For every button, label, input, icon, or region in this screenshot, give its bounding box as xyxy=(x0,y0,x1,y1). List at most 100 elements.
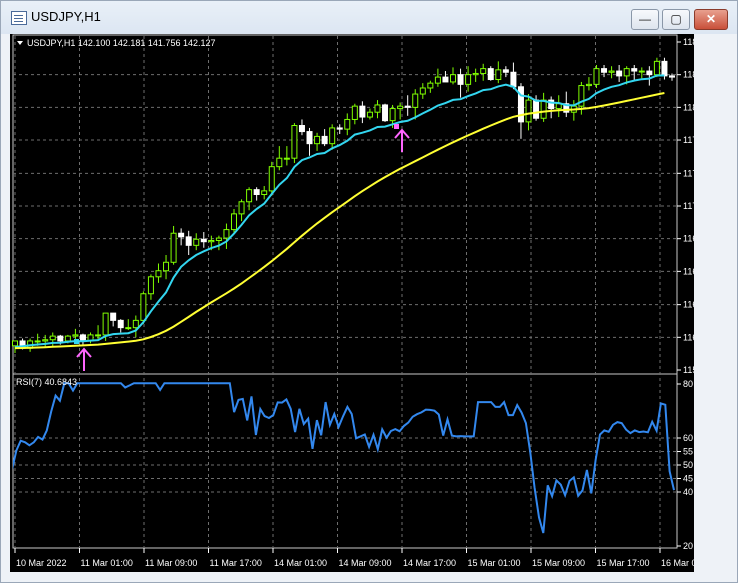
candle-bull xyxy=(344,118,351,130)
candle-bear xyxy=(79,334,86,342)
candle-bull xyxy=(268,166,275,192)
price-axis-label: 118.560 xyxy=(683,37,694,47)
candle-bull xyxy=(593,68,600,85)
candle-bear xyxy=(200,238,207,243)
candle-bear xyxy=(616,70,623,77)
candle-bull xyxy=(246,189,253,203)
candle-bull xyxy=(42,339,49,342)
candle-bear xyxy=(442,76,449,83)
candle-bear xyxy=(487,68,494,81)
minimize-button[interactable]: — xyxy=(631,9,659,30)
candle-bull xyxy=(125,327,132,330)
candle-bull xyxy=(465,74,472,85)
x-tick-label: 14 Mar 17:00 xyxy=(403,558,456,568)
candle-bear xyxy=(631,68,638,72)
candle-bear xyxy=(321,135,328,145)
candle-bull xyxy=(374,104,381,113)
candle-bull xyxy=(49,335,56,341)
candle-bear xyxy=(457,74,464,85)
candle-bull xyxy=(427,82,434,89)
candle-bull xyxy=(231,213,237,231)
rsi-title: RSI(7) 40.6843 xyxy=(16,377,77,387)
candle-bear xyxy=(185,236,192,246)
candle-bull xyxy=(329,127,336,145)
candle-bull xyxy=(434,76,441,84)
candle-bull xyxy=(585,83,592,87)
candle-bull xyxy=(525,99,532,123)
close-button[interactable]: ✕ xyxy=(694,9,728,30)
candle-bull xyxy=(389,108,396,122)
window-title: USDJPY,H1 xyxy=(31,9,101,24)
price-axis-label: 116.665 xyxy=(683,266,694,276)
price-axis-label: 118.290 xyxy=(683,70,694,80)
candle-bear xyxy=(404,105,411,108)
candle-bull xyxy=(623,68,630,77)
candle-bear xyxy=(669,75,675,78)
rsi-axis-label: 40 xyxy=(683,487,693,497)
candle-bear xyxy=(253,189,260,196)
symbol-info: USDJPY,H1 142.100 142.181 141.756 142.12… xyxy=(27,38,216,48)
price-axis-label: 118.020 xyxy=(683,102,694,112)
x-tick-label: 15 Mar 17:00 xyxy=(597,558,650,568)
candle-bear xyxy=(359,105,366,118)
price-axis-label: 116.935 xyxy=(683,234,694,244)
price-axis-label: 116.390 xyxy=(683,300,694,310)
chart-window: USDJPY,H1 — ▢ ✕ 10 Mar 2022 11 Mar 01:00 1… xyxy=(0,0,738,583)
candle-bull xyxy=(72,334,79,337)
candle-bull xyxy=(638,70,645,73)
price-axis-label: 117.475 xyxy=(683,168,694,178)
candle-bear xyxy=(57,335,64,342)
title-bar[interactable]: USDJPY,H1 — ▢ ✕ xyxy=(1,1,737,34)
candle-bear xyxy=(601,68,608,73)
rsi-axis-label: 55 xyxy=(683,447,693,457)
candle-bull xyxy=(397,105,404,110)
price-axis-label: 115.850 xyxy=(683,365,694,375)
restore-button[interactable]: ▢ xyxy=(662,9,690,30)
candle-bear xyxy=(661,60,668,77)
candle-bull xyxy=(193,238,200,246)
rsi-axis-label: 50 xyxy=(683,460,693,470)
candle-bear xyxy=(382,104,389,122)
chart-area[interactable]: 10 Mar 2022 11 Mar 01:00 11 Mar 09:00 11 Ma… xyxy=(10,34,694,572)
candle-bull xyxy=(12,340,18,347)
x-tick-label: 14 Mar 01:00 xyxy=(274,558,327,568)
candle-bull xyxy=(132,319,139,329)
rsi-axis-label: 60 xyxy=(683,433,693,443)
rsi-axis-label: 80 xyxy=(683,379,693,389)
candle-bull xyxy=(140,293,147,321)
candle-bull xyxy=(95,334,102,337)
candle-bull xyxy=(163,261,170,272)
x-tick-label: 16 Mar 01:00 xyxy=(661,558,694,568)
candle-bull xyxy=(653,60,660,76)
candle-bull xyxy=(314,135,321,145)
candle-bear xyxy=(117,319,124,329)
candle-bull xyxy=(450,74,456,83)
candle-bull xyxy=(472,72,479,76)
chart-window-icon xyxy=(11,11,27,25)
candle-bull xyxy=(64,335,71,342)
rsi-axis-label: 45 xyxy=(683,474,693,484)
candle-bear xyxy=(646,70,653,76)
chart-svg[interactable]: 10 Mar 2022 11 Mar 01:00 11 Mar 09:00 11 Ma… xyxy=(10,34,694,572)
candle-bull xyxy=(419,87,426,95)
candle-bull xyxy=(291,125,298,159)
candle-bull xyxy=(366,111,373,118)
x-tick-label: 11 Mar 09:00 xyxy=(145,558,197,568)
candle-bear xyxy=(336,127,343,130)
candle-bull xyxy=(102,312,109,336)
candle-bear xyxy=(533,99,540,119)
signal-marker xyxy=(394,124,399,129)
candle-bear xyxy=(110,312,117,321)
candle-bull xyxy=(215,237,222,241)
x-tick-label: 11 Mar 17:00 xyxy=(210,558,262,568)
candle-bull xyxy=(170,232,177,263)
candle-bull xyxy=(540,99,547,119)
candle-bear xyxy=(510,71,517,88)
candle-bull xyxy=(480,68,487,74)
candle-bull xyxy=(495,69,502,81)
symbol-dropdown-icon xyxy=(17,41,23,45)
x-tick-label: 10 Mar 2022 xyxy=(16,558,67,568)
candle-bull xyxy=(147,276,154,295)
price-axis-label: 117.205 xyxy=(683,201,694,211)
candle-bull xyxy=(208,239,215,243)
